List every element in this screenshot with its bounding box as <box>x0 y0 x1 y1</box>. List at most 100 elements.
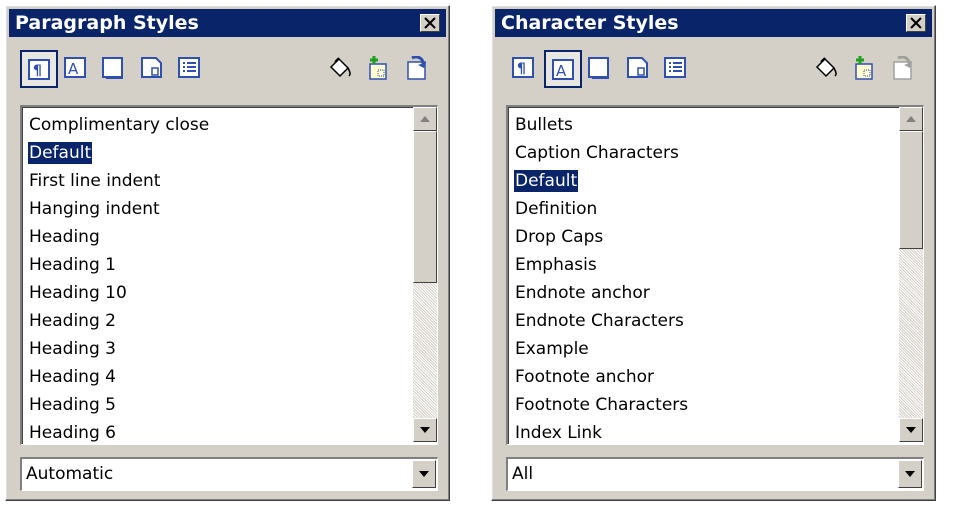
chevron-down-icon <box>905 471 915 477</box>
list-item[interactable]: Bullets <box>514 111 897 139</box>
list-item[interactable]: Heading 5 <box>28 391 411 419</box>
paragraph-styles-button[interactable]: ¶ <box>20 50 58 88</box>
scroll-thumb[interactable] <box>413 131 437 283</box>
character-styles-button[interactable]: A <box>58 50 96 88</box>
page-styles-icon <box>141 57 162 78</box>
arrow-down-icon <box>420 427 430 433</box>
paragraph-styles-icon: ¶ <box>28 59 50 80</box>
list-item-label: Hanging indent <box>29 199 160 219</box>
list-item-label: Heading 1 <box>29 255 116 275</box>
style-category-toolbar: ¶ A <box>506 50 921 94</box>
list-styles-icon <box>664 57 686 78</box>
list-item[interactable]: First line indent <box>28 167 411 195</box>
style-filter-dropdown[interactable]: Automatic <box>20 457 438 491</box>
scroll-up-button[interactable] <box>899 107 923 131</box>
fill-format-button[interactable] <box>322 50 360 88</box>
page-styles-button[interactable] <box>620 50 658 88</box>
list-item[interactable]: Default <box>512 167 897 195</box>
close-button[interactable] <box>420 14 440 32</box>
list-styles-button[interactable] <box>658 50 696 88</box>
list-item-label: Heading 4 <box>29 367 116 387</box>
list-item-label: First line indent <box>29 171 161 191</box>
dropdown-button[interactable] <box>412 460 436 488</box>
svg-text:A: A <box>68 60 79 78</box>
scroll-up-button[interactable] <box>413 107 437 131</box>
list-item-label: Endnote anchor <box>515 283 650 303</box>
list-item-label: Heading 2 <box>29 311 116 331</box>
frame-styles-button[interactable] <box>582 50 620 88</box>
new-style-button[interactable] <box>360 50 398 88</box>
list-item-label: Heading 3 <box>29 339 116 359</box>
scroll-down-button[interactable] <box>413 418 437 442</box>
list-item[interactable]: Heading 4 <box>28 363 411 391</box>
list-item-label: Complimentary close <box>29 115 210 135</box>
panel-title: Character Styles <box>501 12 679 34</box>
list-item-label: Index Link <box>515 423 603 443</box>
title-bar[interactable]: Character Styles <box>495 9 932 37</box>
paragraph-styles-panel: Paragraph Styles ¶ A Complimentary close… <box>5 5 450 501</box>
arrow-up-icon <box>420 116 430 122</box>
list-item[interactable]: Example <box>514 335 897 363</box>
fill-format-button[interactable] <box>808 50 846 88</box>
character-styles-icon: A <box>64 57 86 78</box>
list-item[interactable]: Heading 2 <box>28 307 411 335</box>
title-bar[interactable]: Paragraph Styles <box>9 9 446 37</box>
list-item-label: Heading 10 <box>29 283 127 303</box>
style-list-items: Bullets Caption Characters Default Definiti… <box>512 111 897 444</box>
list-item-label: Bullets <box>515 115 573 135</box>
list-item[interactable]: Caption Characters <box>514 139 897 167</box>
list-item-label: Definition <box>515 199 598 219</box>
list-item[interactable]: Drop Caps <box>514 223 897 251</box>
svg-text:A: A <box>556 62 567 80</box>
list-item[interactable]: Emphasis <box>514 251 897 279</box>
list-item[interactable]: Heading 3 <box>28 335 411 363</box>
panel-title: Paragraph Styles <box>15 12 199 34</box>
list-item[interactable]: Endnote Characters <box>514 307 897 335</box>
style-filter-value: All <box>512 464 534 484</box>
list-item[interactable]: Complimentary close <box>28 111 411 139</box>
paragraph-styles-button[interactable]: ¶ <box>506 50 544 88</box>
close-button[interactable] <box>906 14 926 32</box>
character-styles-button[interactable]: A <box>544 50 582 88</box>
style-list-items: Complimentary close Default First line ind… <box>26 111 411 444</box>
list-item[interactable]: Endnote anchor <box>514 279 897 307</box>
update-style-button[interactable] <box>884 50 922 88</box>
style-filter-value: Automatic <box>26 464 114 484</box>
list-item[interactable]: Footnote anchor <box>514 363 897 391</box>
frame-styles-button[interactable] <box>96 50 134 88</box>
list-item-label: Heading 5 <box>29 395 116 415</box>
list-item[interactable]: Heading 1 <box>28 251 411 279</box>
frame-styles-icon <box>102 57 123 79</box>
list-item-label: Footnote anchor <box>515 367 655 387</box>
list-item-label: Heading <box>29 227 100 247</box>
list-item[interactable]: Default <box>26 139 411 167</box>
vertical-scrollbar[interactable] <box>413 107 437 442</box>
fill-format-icon <box>815 57 837 78</box>
style-list[interactable]: Bullets Caption Characters Default Definiti… <box>506 105 924 445</box>
list-item-label: Default <box>512 169 580 193</box>
chevron-down-icon <box>419 471 429 477</box>
list-item[interactable]: Definition <box>514 195 897 223</box>
list-item[interactable]: Hanging indent <box>28 195 411 223</box>
close-icon <box>424 17 436 29</box>
update-style-button[interactable] <box>398 50 436 88</box>
list-item[interactable]: Footnote Characters <box>514 391 897 419</box>
new-style-button[interactable] <box>846 50 884 88</box>
update-style-icon <box>893 56 912 80</box>
dropdown-button[interactable] <box>898 460 922 488</box>
vertical-scrollbar[interactable] <box>899 107 923 442</box>
svg-text:¶: ¶ <box>33 63 42 79</box>
list-styles-button[interactable] <box>172 50 210 88</box>
scroll-thumb[interactable] <box>899 131 923 249</box>
style-list[interactable]: Complimentary close Default First line ind… <box>20 105 438 445</box>
fill-format-icon <box>329 57 351 78</box>
style-filter-dropdown[interactable]: All <box>506 457 924 491</box>
list-item[interactable]: Heading 10 <box>28 279 411 307</box>
page-styles-button[interactable] <box>134 50 172 88</box>
list-item[interactable]: Index Link <box>514 419 897 444</box>
list-item[interactable]: Heading 6 <box>28 419 411 444</box>
scroll-down-button[interactable] <box>899 418 923 442</box>
update-style-icon <box>407 56 426 80</box>
list-item[interactable]: Heading <box>28 223 411 251</box>
list-item-label: Default <box>26 141 94 165</box>
